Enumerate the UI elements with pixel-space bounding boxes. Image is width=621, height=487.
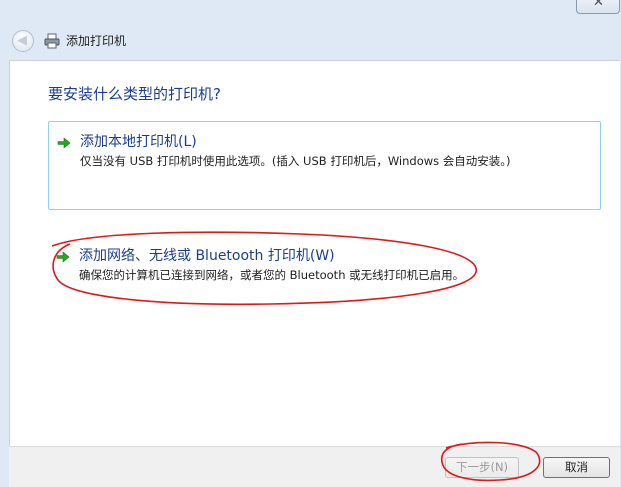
- option-description: 仅当没有 USB 打印机时使用此选项。(插入 USB 打印机后，Windows …: [80, 154, 511, 168]
- cancel-button[interactable]: 取消: [543, 457, 610, 478]
- add-printer-window: ✕ ◀ 添加打印机 要安装什么类型的打印机? 添加本地打印机(L) 仅当没有 U…: [0, 0, 621, 487]
- green-arrow-icon: [57, 137, 71, 149]
- back-button[interactable]: ◀: [12, 30, 34, 52]
- dialog-footer: 下一步(N) 取消: [9, 446, 620, 487]
- close-button[interactable]: ✕: [576, 0, 620, 14]
- window-title: 添加打印机: [66, 34, 127, 48]
- option-title: 添加本地打印机(L): [80, 134, 197, 150]
- printer-icon: [44, 33, 60, 49]
- close-icon: ✕: [593, 0, 604, 10]
- green-arrow-icon: [56, 251, 70, 263]
- back-arrow-icon: ◀: [17, 33, 27, 48]
- next-button[interactable]: 下一步(N): [445, 457, 519, 478]
- page-question: 要安装什么类型的打印机?: [48, 85, 221, 103]
- option-add-network-printer[interactable]: 添加网络、无线或 Bluetooth 打印机(W) 确保您的计算机已连接到网络，…: [48, 241, 601, 289]
- option-title: 添加网络、无线或 Bluetooth 打印机(W): [79, 248, 335, 264]
- main-content: 要安装什么类型的打印机? 添加本地打印机(L) 仅当没有 USB 打印机时使用此…: [9, 60, 620, 446]
- option-description: 确保您的计算机已连接到网络，或者您的 Bluetooth 或无线打印机已启用。: [79, 268, 465, 282]
- option-add-local-printer[interactable]: 添加本地打印机(L) 仅当没有 USB 打印机时使用此选项。(插入 USB 打印…: [48, 121, 601, 210]
